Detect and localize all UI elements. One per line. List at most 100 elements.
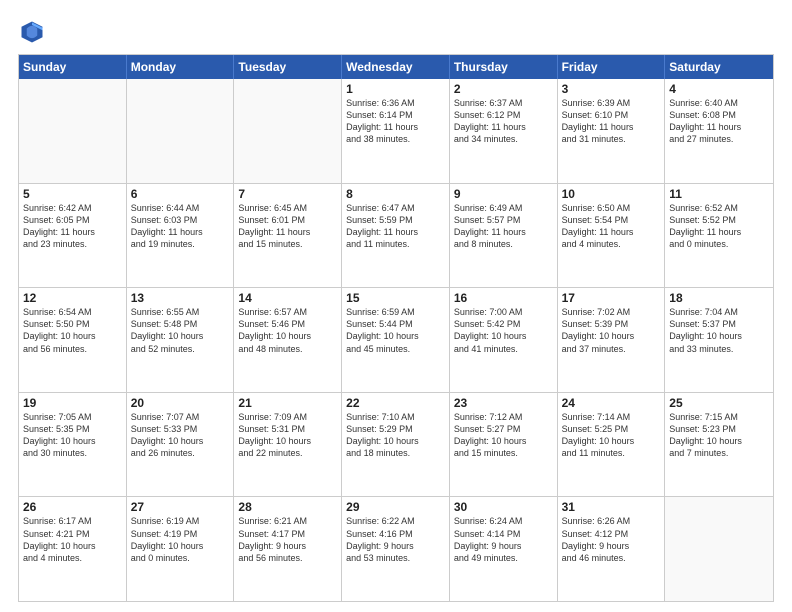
day-number: 11 — [669, 187, 769, 201]
day-info: Sunrise: 6:54 AM Sunset: 5:50 PM Dayligh… — [23, 306, 122, 355]
day-info: Sunrise: 6:17 AM Sunset: 4:21 PM Dayligh… — [23, 515, 122, 564]
day-cell-22: 22Sunrise: 7:10 AM Sunset: 5:29 PM Dayli… — [342, 393, 450, 497]
day-header-friday: Friday — [558, 55, 666, 79]
day-number: 4 — [669, 82, 769, 96]
day-cell-30: 30Sunrise: 6:24 AM Sunset: 4:14 PM Dayli… — [450, 497, 558, 601]
day-info: Sunrise: 6:49 AM Sunset: 5:57 PM Dayligh… — [454, 202, 553, 251]
day-number: 10 — [562, 187, 661, 201]
day-cell-9: 9Sunrise: 6:49 AM Sunset: 5:57 PM Daylig… — [450, 184, 558, 288]
day-info: Sunrise: 7:09 AM Sunset: 5:31 PM Dayligh… — [238, 411, 337, 460]
day-info: Sunrise: 7:10 AM Sunset: 5:29 PM Dayligh… — [346, 411, 445, 460]
day-number: 6 — [131, 187, 230, 201]
day-number: 31 — [562, 500, 661, 514]
day-cell-29: 29Sunrise: 6:22 AM Sunset: 4:16 PM Dayli… — [342, 497, 450, 601]
day-info: Sunrise: 7:04 AM Sunset: 5:37 PM Dayligh… — [669, 306, 769, 355]
day-info: Sunrise: 7:07 AM Sunset: 5:33 PM Dayligh… — [131, 411, 230, 460]
week-row-4: 19Sunrise: 7:05 AM Sunset: 5:35 PM Dayli… — [19, 392, 773, 497]
day-number: 18 — [669, 291, 769, 305]
logo — [18, 18, 48, 46]
week-row-2: 5Sunrise: 6:42 AM Sunset: 6:05 PM Daylig… — [19, 183, 773, 288]
day-info: Sunrise: 6:57 AM Sunset: 5:46 PM Dayligh… — [238, 306, 337, 355]
day-header-saturday: Saturday — [665, 55, 773, 79]
day-number: 26 — [23, 500, 122, 514]
day-cell-15: 15Sunrise: 6:59 AM Sunset: 5:44 PM Dayli… — [342, 288, 450, 392]
logo-icon — [18, 18, 46, 46]
day-header-wednesday: Wednesday — [342, 55, 450, 79]
day-info: Sunrise: 6:36 AM Sunset: 6:14 PM Dayligh… — [346, 97, 445, 146]
day-cell-3: 3Sunrise: 6:39 AM Sunset: 6:10 PM Daylig… — [558, 79, 666, 183]
day-info: Sunrise: 7:00 AM Sunset: 5:42 PM Dayligh… — [454, 306, 553, 355]
week-row-3: 12Sunrise: 6:54 AM Sunset: 5:50 PM Dayli… — [19, 287, 773, 392]
day-info: Sunrise: 6:22 AM Sunset: 4:16 PM Dayligh… — [346, 515, 445, 564]
day-info: Sunrise: 6:39 AM Sunset: 6:10 PM Dayligh… — [562, 97, 661, 146]
day-cell-4: 4Sunrise: 6:40 AM Sunset: 6:08 PM Daylig… — [665, 79, 773, 183]
day-info: Sunrise: 6:26 AM Sunset: 4:12 PM Dayligh… — [562, 515, 661, 564]
day-info: Sunrise: 6:59 AM Sunset: 5:44 PM Dayligh… — [346, 306, 445, 355]
calendar-body: 1Sunrise: 6:36 AM Sunset: 6:14 PM Daylig… — [19, 79, 773, 601]
day-cell-12: 12Sunrise: 6:54 AM Sunset: 5:50 PM Dayli… — [19, 288, 127, 392]
day-number: 1 — [346, 82, 445, 96]
day-cell-23: 23Sunrise: 7:12 AM Sunset: 5:27 PM Dayli… — [450, 393, 558, 497]
week-row-5: 26Sunrise: 6:17 AM Sunset: 4:21 PM Dayli… — [19, 496, 773, 601]
day-info: Sunrise: 6:44 AM Sunset: 6:03 PM Dayligh… — [131, 202, 230, 251]
day-info: Sunrise: 6:24 AM Sunset: 4:14 PM Dayligh… — [454, 515, 553, 564]
day-cell-18: 18Sunrise: 7:04 AM Sunset: 5:37 PM Dayli… — [665, 288, 773, 392]
day-cell-2: 2Sunrise: 6:37 AM Sunset: 6:12 PM Daylig… — [450, 79, 558, 183]
day-cell-24: 24Sunrise: 7:14 AM Sunset: 5:25 PM Dayli… — [558, 393, 666, 497]
day-info: Sunrise: 6:37 AM Sunset: 6:12 PM Dayligh… — [454, 97, 553, 146]
day-info: Sunrise: 7:14 AM Sunset: 5:25 PM Dayligh… — [562, 411, 661, 460]
day-number: 14 — [238, 291, 337, 305]
day-cell-27: 27Sunrise: 6:19 AM Sunset: 4:19 PM Dayli… — [127, 497, 235, 601]
day-number: 9 — [454, 187, 553, 201]
header — [18, 18, 774, 46]
day-header-sunday: Sunday — [19, 55, 127, 79]
day-cell-25: 25Sunrise: 7:15 AM Sunset: 5:23 PM Dayli… — [665, 393, 773, 497]
day-number: 20 — [131, 396, 230, 410]
day-number: 24 — [562, 396, 661, 410]
day-cell-26: 26Sunrise: 6:17 AM Sunset: 4:21 PM Dayli… — [19, 497, 127, 601]
day-number: 16 — [454, 291, 553, 305]
day-number: 28 — [238, 500, 337, 514]
day-number: 22 — [346, 396, 445, 410]
day-number: 25 — [669, 396, 769, 410]
day-number: 7 — [238, 187, 337, 201]
day-cell-8: 8Sunrise: 6:47 AM Sunset: 5:59 PM Daylig… — [342, 184, 450, 288]
day-number: 8 — [346, 187, 445, 201]
day-cell-17: 17Sunrise: 7:02 AM Sunset: 5:39 PM Dayli… — [558, 288, 666, 392]
day-number: 2 — [454, 82, 553, 96]
day-info: Sunrise: 6:40 AM Sunset: 6:08 PM Dayligh… — [669, 97, 769, 146]
day-cell-1: 1Sunrise: 6:36 AM Sunset: 6:14 PM Daylig… — [342, 79, 450, 183]
empty-cell — [234, 79, 342, 183]
page: SundayMondayTuesdayWednesdayThursdayFrid… — [0, 0, 792, 612]
day-cell-19: 19Sunrise: 7:05 AM Sunset: 5:35 PM Dayli… — [19, 393, 127, 497]
day-cell-14: 14Sunrise: 6:57 AM Sunset: 5:46 PM Dayli… — [234, 288, 342, 392]
day-number: 13 — [131, 291, 230, 305]
day-number: 5 — [23, 187, 122, 201]
empty-cell — [19, 79, 127, 183]
day-number: 21 — [238, 396, 337, 410]
empty-cell — [127, 79, 235, 183]
day-header-tuesday: Tuesday — [234, 55, 342, 79]
day-number: 23 — [454, 396, 553, 410]
day-number: 29 — [346, 500, 445, 514]
day-info: Sunrise: 7:12 AM Sunset: 5:27 PM Dayligh… — [454, 411, 553, 460]
day-cell-20: 20Sunrise: 7:07 AM Sunset: 5:33 PM Dayli… — [127, 393, 235, 497]
day-info: Sunrise: 6:42 AM Sunset: 6:05 PM Dayligh… — [23, 202, 122, 251]
calendar-header: SundayMondayTuesdayWednesdayThursdayFrid… — [19, 55, 773, 79]
day-number: 15 — [346, 291, 445, 305]
day-cell-31: 31Sunrise: 6:26 AM Sunset: 4:12 PM Dayli… — [558, 497, 666, 601]
day-info: Sunrise: 6:45 AM Sunset: 6:01 PM Dayligh… — [238, 202, 337, 251]
day-info: Sunrise: 7:02 AM Sunset: 5:39 PM Dayligh… — [562, 306, 661, 355]
day-cell-21: 21Sunrise: 7:09 AM Sunset: 5:31 PM Dayli… — [234, 393, 342, 497]
day-cell-7: 7Sunrise: 6:45 AM Sunset: 6:01 PM Daylig… — [234, 184, 342, 288]
day-header-monday: Monday — [127, 55, 235, 79]
empty-cell — [665, 497, 773, 601]
day-cell-16: 16Sunrise: 7:00 AM Sunset: 5:42 PM Dayli… — [450, 288, 558, 392]
day-header-thursday: Thursday — [450, 55, 558, 79]
day-cell-13: 13Sunrise: 6:55 AM Sunset: 5:48 PM Dayli… — [127, 288, 235, 392]
day-number: 30 — [454, 500, 553, 514]
day-cell-5: 5Sunrise: 6:42 AM Sunset: 6:05 PM Daylig… — [19, 184, 127, 288]
day-info: Sunrise: 6:50 AM Sunset: 5:54 PM Dayligh… — [562, 202, 661, 251]
week-row-1: 1Sunrise: 6:36 AM Sunset: 6:14 PM Daylig… — [19, 79, 773, 183]
day-cell-28: 28Sunrise: 6:21 AM Sunset: 4:17 PM Dayli… — [234, 497, 342, 601]
